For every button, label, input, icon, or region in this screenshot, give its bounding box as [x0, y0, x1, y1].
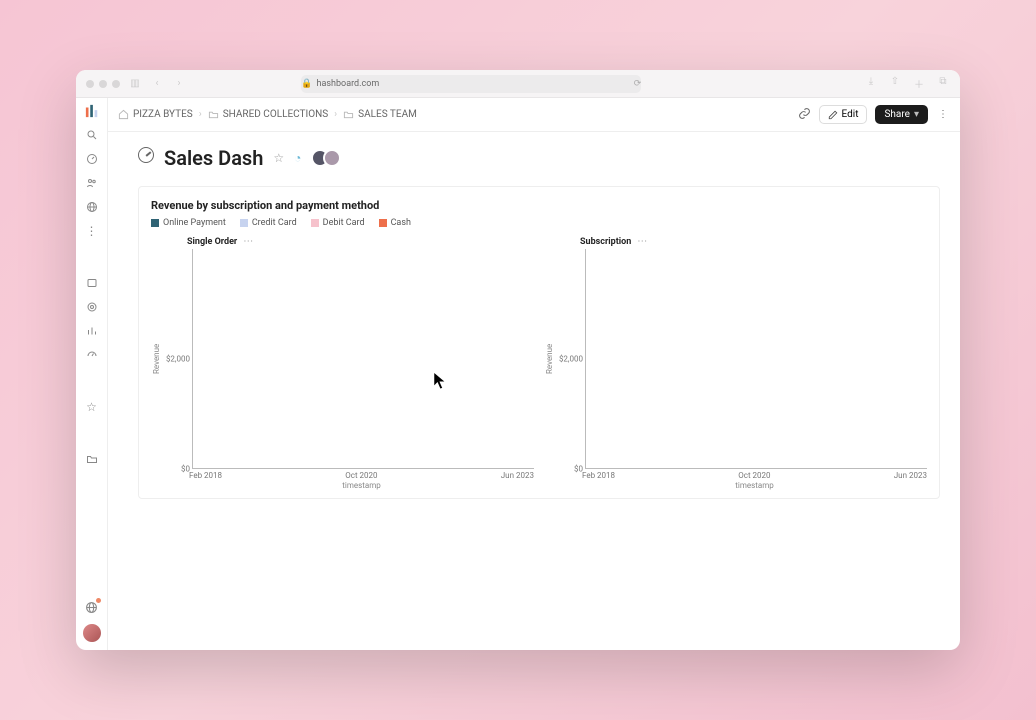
edit-button[interactable]: Edit: [819, 105, 868, 124]
dashboard-icon: [138, 147, 154, 163]
share-button[interactable]: Share ▾: [875, 105, 928, 124]
x-axis-ticks: Feb 2018 Oct 2020 Jun 2023: [189, 469, 534, 480]
app-logo-icon[interactable]: [85, 104, 99, 118]
app-bar: PIZZA BYTES › SHARED COLLECTIONS › SALES…: [108, 98, 960, 132]
chevron-down-icon: ▾: [914, 109, 919, 120]
breadcrumb-label: PIZZA BYTES: [133, 109, 193, 120]
chart-subtitle: Subscription: [580, 237, 631, 247]
legend-label: Cash: [391, 218, 411, 228]
legend-item[interactable]: Debit Card: [311, 218, 365, 228]
globe-icon[interactable]: [85, 200, 99, 214]
reload-icon[interactable]: ⟳: [634, 79, 642, 89]
breadcrumb-item-collection[interactable]: SHARED COLLECTIONS: [208, 109, 328, 120]
people-icon[interactable]: [85, 176, 99, 190]
share-button-label: Share: [884, 109, 909, 120]
chart-plot-area[interactable]: [192, 249, 534, 469]
legend-item[interactable]: Online Payment: [151, 218, 226, 228]
folder-icon[interactable]: [85, 452, 99, 466]
y-axis-ticks: $0 $2,000: [162, 249, 192, 469]
more-vert-icon[interactable]: ⋮: [85, 224, 99, 238]
user-avatar[interactable]: [83, 624, 101, 642]
swatch-icon: [240, 219, 248, 227]
chart-subscription: Subscription ⋯ Revenue $0 $2,000: [544, 236, 927, 490]
left-rail: ⋮ ☆: [76, 98, 108, 650]
sidebar-toggle-icon[interactable]: ▥: [128, 78, 142, 89]
panel-title: Revenue by subscription and payment meth…: [151, 199, 927, 212]
more-vert-icon[interactable]: ⋮: [936, 109, 950, 120]
browser-window: ▥ ‹ › 🔒 hashboard.com ⟳ ⤓ ⇧ ＋ ⧉ ⋮: [76, 70, 960, 650]
y-axis-label: Revenue: [151, 249, 162, 469]
chart-menu-icon[interactable]: ⋯: [243, 236, 253, 247]
chevron-right-icon: ›: [199, 109, 202, 120]
zoom-dot[interactable]: [112, 80, 120, 88]
chart-subtitle: Single Order: [187, 237, 237, 247]
chart-plot-area[interactable]: [585, 249, 927, 469]
legend-label: Online Payment: [163, 218, 226, 228]
x-axis-ticks: Feb 2018 Oct 2020 Jun 2023: [582, 469, 927, 480]
link-icon[interactable]: [798, 107, 811, 123]
nav-back-icon[interactable]: ‹: [150, 78, 164, 89]
minimize-dot[interactable]: [99, 80, 107, 88]
y-axis-label: Revenue: [544, 249, 555, 469]
window-controls[interactable]: [86, 80, 120, 88]
new-tab-icon[interactable]: ＋: [912, 76, 926, 91]
target-icon[interactable]: [85, 300, 99, 314]
address-bar[interactable]: 🔒 hashboard.com ⟳: [301, 75, 641, 93]
breadcrumb: PIZZA BYTES › SHARED COLLECTIONS › SALES…: [118, 109, 792, 120]
folder-icon: [343, 109, 354, 120]
page-header: Sales Dash ☆ ◔: [108, 132, 960, 176]
folder-icon: [208, 109, 219, 120]
legend-label: Debit Card: [323, 218, 365, 228]
browser-bar: ▥ ‹ › 🔒 hashboard.com ⟳ ⤓ ⇧ ＋ ⧉: [76, 70, 960, 98]
gauge-icon[interactable]: [85, 152, 99, 166]
nav-forward-icon[interactable]: ›: [172, 78, 186, 89]
speed-icon[interactable]: [85, 348, 99, 362]
legend-label: Credit Card: [252, 218, 297, 228]
chart-legend: Online Payment Credit Card Debit Card Ca…: [151, 218, 927, 228]
metrics-icon[interactable]: [85, 324, 99, 338]
x-axis-label: timestamp: [189, 481, 534, 490]
notifications-icon[interactable]: [85, 600, 99, 614]
edit-button-label: Edit: [842, 109, 859, 120]
pencil-icon: [828, 110, 838, 120]
collaborator-avatars[interactable]: [311, 149, 341, 167]
page-title: Sales Dash: [164, 146, 263, 170]
legend-item[interactable]: Credit Card: [240, 218, 297, 228]
y-axis-ticks: $0 $2,000: [555, 249, 585, 469]
breadcrumb-label: SALES TEAM: [358, 109, 417, 120]
search-icon[interactable]: [85, 128, 99, 142]
address-text: hashboard.com: [317, 79, 380, 89]
swatch-icon: [311, 219, 319, 227]
breadcrumb-item-root[interactable]: PIZZA BYTES: [118, 109, 193, 120]
chevron-right-icon: ›: [334, 109, 337, 120]
swatch-icon: [151, 219, 159, 227]
page-content: Revenue by subscription and payment meth…: [108, 176, 960, 650]
x-axis-label: timestamp: [582, 481, 927, 490]
chart-single-order: Single Order ⋯ Revenue $0 $2,000: [151, 236, 534, 490]
share-icon[interactable]: ⇧: [888, 76, 902, 91]
revenue-panel: Revenue by subscription and payment meth…: [138, 186, 940, 499]
clock-icon[interactable]: ◔: [294, 151, 301, 165]
swatch-icon: [379, 219, 387, 227]
lock-icon: 🔒: [301, 79, 312, 89]
tabs-icon[interactable]: ⧉: [936, 76, 950, 91]
collection-icon[interactable]: [85, 276, 99, 290]
star-outline-icon[interactable]: ☆: [273, 151, 284, 165]
star-icon[interactable]: ☆: [85, 400, 99, 414]
legend-item[interactable]: Cash: [379, 218, 411, 228]
breadcrumb-label: SHARED COLLECTIONS: [223, 109, 328, 120]
home-icon: [118, 109, 129, 120]
breadcrumb-item-team[interactable]: SALES TEAM: [343, 109, 417, 120]
avatar: [323, 149, 341, 167]
chart-menu-icon[interactable]: ⋯: [637, 236, 647, 247]
close-dot[interactable]: [86, 80, 94, 88]
download-icon[interactable]: ⤓: [864, 76, 878, 91]
